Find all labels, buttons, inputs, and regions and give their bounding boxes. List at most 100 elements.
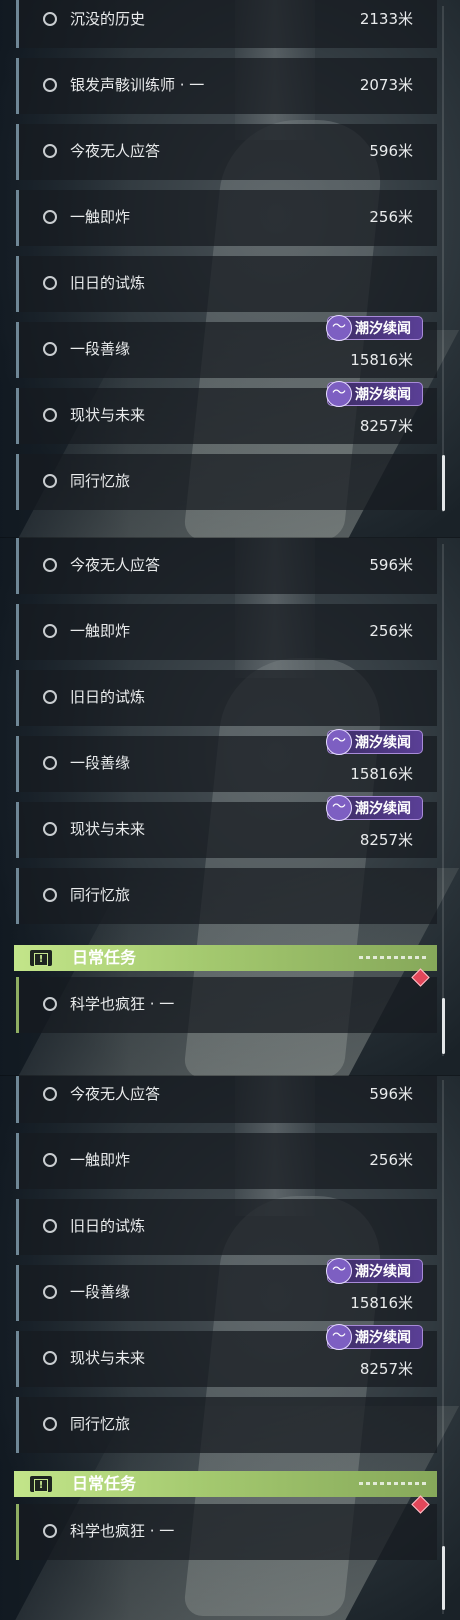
quest-name: 旧日的试炼: [70, 1217, 146, 1235]
wave-crest-icon: 〜: [326, 795, 352, 821]
quest-row[interactable]: 同行忆旅: [16, 868, 437, 924]
quest-name: 一段善缘: [70, 1283, 131, 1301]
exclamation-box-icon: !: [30, 950, 52, 966]
scrollbar-thumb[interactable]: [442, 998, 445, 1054]
quest-name: 现状与未来: [70, 820, 146, 838]
quest-row[interactable]: 今夜无人应答 596米: [16, 1076, 437, 1123]
quest-distance: 596米: [369, 556, 413, 574]
scrollbar-thumb[interactable]: [442, 455, 445, 511]
quest-row[interactable]: 今夜无人应答 596米: [16, 538, 437, 594]
quest-distance: 2133米: [359, 10, 413, 28]
quest-row[interactable]: 一触即炸 256米: [16, 190, 437, 246]
quest-row[interactable]: 旧日的试炼: [16, 1199, 437, 1255]
status-circle-icon: [43, 624, 57, 638]
quest-name: 银发声骸训练师 · 一: [70, 76, 205, 94]
quest-row[interactable]: 一触即炸 256米: [16, 604, 437, 660]
status-circle-icon: [43, 1524, 57, 1538]
status-circle-icon: [43, 144, 57, 158]
quest-distance: 15816米: [350, 1294, 413, 1312]
status-circle-icon: [43, 276, 57, 290]
reward-tag: 〜 潮汐续闻: [326, 729, 423, 755]
quest-row[interactable]: 一段善缘 〜 潮汐续闻 15816米: [16, 315, 437, 378]
quest-distance: 8257米: [359, 1360, 413, 1378]
reward-tag: 〜 潮汐续闻: [326, 1324, 423, 1350]
section-title: 日常任务: [72, 1474, 137, 1493]
daily-tasks-header[interactable]: ! 日常任务: [14, 1471, 437, 1497]
section-title: 日常任务: [72, 948, 137, 967]
quest-name: 一段善缘: [70, 754, 131, 772]
reward-tag-label: 潮汐续闻: [355, 801, 411, 817]
quest-distance: 256米: [369, 1151, 413, 1169]
reward-tag-label: 潮汐续闻: [355, 387, 411, 403]
quest-distance: 256米: [369, 208, 413, 226]
quest-name: 现状与未来: [70, 406, 146, 424]
status-circle-icon: [43, 1417, 57, 1431]
quest-name: 旧日的试炼: [70, 688, 146, 706]
scrollbar-track[interactable]: [442, 544, 444, 1056]
quest-distance: 15816米: [350, 351, 413, 369]
quest-distance: 8257米: [359, 417, 413, 435]
quest-distance: 256米: [369, 622, 413, 640]
status-circle-icon: [43, 1351, 57, 1365]
status-circle-icon: [43, 474, 57, 488]
reward-tag: 〜 潮汐续闻: [326, 795, 423, 821]
quest-name: 今夜无人应答: [70, 556, 161, 574]
quest-name: 旧日的试炼: [70, 274, 146, 292]
quest-row[interactable]: 一触即炸 256米: [16, 1133, 437, 1189]
daily-quest-row[interactable]: 科学也疯狂 · 一: [16, 1495, 437, 1560]
status-circle-icon: [43, 1087, 57, 1101]
quest-name: 科学也疯狂 · 一: [70, 1522, 175, 1540]
status-circle-icon: [43, 342, 57, 356]
wave-crest-icon: 〜: [326, 1324, 352, 1350]
quest-row[interactable]: 旧日的试炼: [16, 256, 437, 312]
quest-list-panel-3: 今夜无人应答 596米 一触即炸 256米 旧日的试炼 一段善缘 〜 潮汐续闻 …: [0, 1076, 460, 1620]
status-circle-icon: [43, 558, 57, 572]
wave-crest-icon: 〜: [326, 315, 352, 341]
status-circle-icon: [43, 997, 57, 1011]
quest-name: 科学也疯狂 · 一: [70, 995, 175, 1013]
quest-name: 今夜无人应答: [70, 1085, 161, 1103]
quest-row[interactable]: 同行忆旅: [16, 1397, 437, 1453]
status-circle-icon: [43, 1153, 57, 1167]
quest-distance: 596米: [369, 142, 413, 160]
exclamation-box-icon: !: [30, 1476, 52, 1492]
wave-crest-icon: 〜: [326, 381, 352, 407]
reward-tag: 〜 潮汐续闻: [326, 381, 423, 407]
wave-crest-icon: 〜: [326, 729, 352, 755]
status-circle-icon: [43, 210, 57, 224]
quest-name: 今夜无人应答: [70, 142, 161, 160]
header-decoration: [359, 956, 429, 959]
quest-name: 一触即炸: [70, 208, 131, 226]
quest-name: 现状与未来: [70, 1349, 146, 1367]
quest-name: 一触即炸: [70, 622, 131, 640]
quest-distance: 8257米: [359, 831, 413, 849]
quest-name: 一段善缘: [70, 340, 131, 358]
quest-row[interactable]: 沉没的历史 2133米: [16, 0, 437, 48]
quest-row[interactable]: 旧日的试炼: [16, 670, 437, 726]
quest-row[interactable]: 今夜无人应答 596米: [16, 124, 437, 180]
quest-distance: 15816米: [350, 765, 413, 783]
daily-quest-row[interactable]: 科学也疯狂 · 一: [16, 968, 437, 1033]
status-circle-icon: [43, 1285, 57, 1299]
scrollbar-track[interactable]: [442, 1080, 444, 1614]
quest-row[interactable]: 同行忆旅: [16, 454, 437, 510]
quest-row[interactable]: 一段善缘 〜 潮汐续闻 15816米: [16, 1258, 437, 1321]
status-circle-icon: [43, 78, 57, 92]
quest-row[interactable]: 一段善缘 〜 潮汐续闻 15816米: [16, 729, 437, 792]
quest-row[interactable]: 现状与未来 〜 潮汐续闻 8257米: [16, 381, 437, 444]
reward-tag-label: 潮汐续闻: [355, 1330, 411, 1346]
quest-list-panel-2: 今夜无人应答 596米 一触即炸 256米 旧日的试炼 一段善缘 〜 潮汐续闻 …: [0, 538, 460, 1076]
status-circle-icon: [43, 822, 57, 836]
quest-name: 同行忆旅: [70, 1415, 131, 1433]
quest-row[interactable]: 银发声骸训练师 · 一 2073米: [16, 58, 437, 114]
daily-tasks-header[interactable]: ! 日常任务: [14, 945, 437, 971]
quest-row[interactable]: 现状与未来 〜 潮汐续闻 8257米: [16, 795, 437, 858]
quest-name: 同行忆旅: [70, 886, 131, 904]
reward-tag: 〜 潮汐续闻: [326, 315, 423, 341]
scrollbar-thumb[interactable]: [442, 1546, 445, 1610]
status-circle-icon: [43, 690, 57, 704]
header-decoration: [359, 1482, 429, 1485]
quest-row[interactable]: 现状与未来 〜 潮汐续闻 8257米: [16, 1324, 437, 1387]
scrollbar-track[interactable]: [442, 6, 444, 512]
reward-tag-label: 潮汐续闻: [355, 1264, 411, 1280]
